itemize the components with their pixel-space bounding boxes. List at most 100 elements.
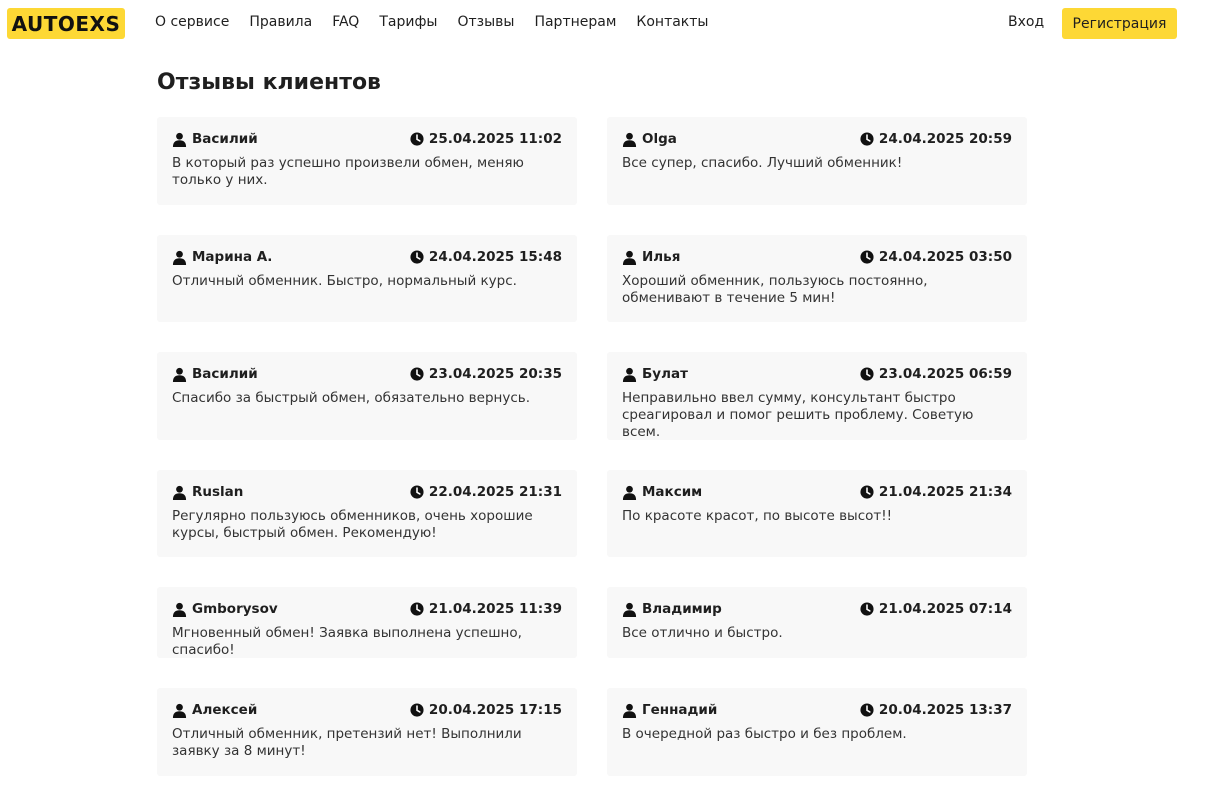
- review-author-name: Gmborysov: [192, 601, 278, 617]
- review-date: 22.04.2025 21:31: [410, 484, 562, 500]
- review-row: Gmborysov 21.04.2025 11:39 Мгновенный обме…: [157, 587, 1027, 658]
- clock-icon: [410, 132, 429, 146]
- review-row: Василий 25.04.2025 11:02 В который раз усп…: [157, 117, 1027, 205]
- review-text: Регулярно пользуюсь обменников, очень хо…: [172, 508, 533, 541]
- review-card: Ruslan 22.04.2025 21:31 Регулярно пользуюс…: [157, 470, 577, 557]
- review-author: Ruslan: [172, 484, 243, 500]
- review-text: Все отлично и быстро.: [622, 625, 783, 641]
- review-author-name: Ruslan: [192, 484, 244, 500]
- review-author-name: Алексей: [192, 702, 258, 718]
- review-card: Владимир 21.04.2025 07:14 Все отлично и бы…: [607, 587, 1027, 658]
- review-text: Спасибо за быстрый обмен, обязательно ве…: [172, 390, 530, 406]
- reviews-grid: Василий 25.04.2025 11:02 В который раз усп…: [157, 117, 1027, 776]
- nav-link-tariffs[interactable]: Тарифы: [379, 14, 437, 30]
- review-header: Василий 25.04.2025 11:02: [172, 129, 562, 149]
- register-button[interactable]: Регистрация: [1062, 8, 1177, 39]
- review-header: Olga 24.04.2025 20:59: [622, 129, 1012, 149]
- review-header: Булат 23.04.2025 06:59: [622, 364, 1012, 384]
- clock-icon: [410, 367, 429, 381]
- review-author-name: Илья: [642, 249, 681, 265]
- clock-icon: [410, 250, 429, 264]
- review-card: Алексей 20.04.2025 17:15 Отличный обменник…: [157, 688, 577, 776]
- logo[interactable]: AUTOEXS: [7, 8, 125, 39]
- clock-icon: [410, 602, 429, 616]
- review-date-text: 20.04.2025 17:15: [428, 702, 562, 718]
- review-header: Gmborysov 21.04.2025 11:39: [172, 599, 562, 619]
- main-nav: О сервисе Правила FAQ Тарифы Отзывы Парт…: [155, 14, 708, 30]
- clock-icon: [410, 703, 429, 717]
- review-text: В который раз успешно произвели обмен, м…: [172, 155, 524, 188]
- user-icon: [172, 132, 192, 147]
- user-icon: [172, 602, 192, 617]
- review-author-name: Владимир: [642, 601, 722, 617]
- review-date: 23.04.2025 20:35: [410, 366, 562, 382]
- review-row: Василий 23.04.2025 20:35 Спасибо за быстры…: [157, 352, 1027, 440]
- review-author: Olga: [622, 131, 677, 147]
- review-date: 23.04.2025 06:59: [860, 366, 1012, 382]
- review-author-name: Максим: [642, 484, 703, 500]
- review-date: 21.04.2025 21:34: [860, 484, 1012, 500]
- clock-icon: [410, 485, 429, 499]
- clock-icon: [860, 703, 879, 717]
- nav-link-faq[interactable]: FAQ: [332, 14, 359, 30]
- review-author: Марина А.: [172, 249, 272, 265]
- review-header: Геннадий 20.04.2025 13:37: [622, 700, 1012, 720]
- review-author: Алексей: [172, 702, 257, 718]
- user-icon: [172, 250, 192, 265]
- review-row: Алексей 20.04.2025 17:15 Отличный обменник…: [157, 688, 1027, 776]
- clock-icon: [860, 132, 879, 146]
- login-link[interactable]: Вход: [1008, 14, 1044, 30]
- clock-icon: [860, 367, 879, 381]
- review-card: Василий 25.04.2025 11:02 В который раз усп…: [157, 117, 577, 205]
- review-date-text: 23.04.2025 20:35: [428, 366, 562, 382]
- review-author-name: Василий: [192, 131, 258, 147]
- review-author: Василий: [172, 131, 258, 147]
- review-author-name: Olga: [642, 131, 677, 147]
- review-header: Илья 24.04.2025 03:50: [622, 247, 1012, 267]
- review-author-name: Марина А.: [192, 249, 273, 265]
- nav-link-reviews[interactable]: Отзывы: [457, 14, 514, 30]
- review-author-name: Василий: [192, 366, 258, 382]
- nav-link-about[interactable]: О сервисе: [155, 14, 229, 30]
- review-date: 24.04.2025 03:50: [860, 249, 1012, 265]
- review-text: Все супер, спасибо. Лучший обменник!: [622, 155, 903, 171]
- review-author: Василий: [172, 366, 258, 382]
- review-row: Ruslan 22.04.2025 21:31 Регулярно пользуюс…: [157, 470, 1027, 557]
- review-date-text: 22.04.2025 21:31: [428, 484, 562, 500]
- review-date: 24.04.2025 15:48: [410, 249, 562, 265]
- user-icon: [622, 132, 642, 147]
- review-date: 20.04.2025 13:37: [860, 702, 1012, 718]
- review-date-text: 25.04.2025 11:02: [428, 131, 562, 147]
- review-author: Булат: [622, 366, 688, 382]
- user-icon: [172, 703, 192, 718]
- review-card: Геннадий 20.04.2025 13:37 В очередной раз …: [607, 688, 1027, 776]
- review-date-text: 24.04.2025 03:50: [878, 249, 1012, 265]
- review-text: По красоте красот, по высоте высот!!: [622, 508, 893, 524]
- nav-link-partners[interactable]: Партнерам: [534, 14, 616, 30]
- review-card: Василий 23.04.2025 20:35 Спасибо за быстры…: [157, 352, 577, 440]
- user-icon: [622, 367, 642, 382]
- nav-link-rules[interactable]: Правила: [249, 14, 312, 30]
- clock-icon: [860, 485, 879, 499]
- review-date-text: 21.04.2025 07:14: [878, 601, 1012, 617]
- user-icon: [622, 703, 642, 718]
- review-header: Марина А. 24.04.2025 15:48: [172, 247, 562, 267]
- review-header: Максим 21.04.2025 21:34: [622, 482, 1012, 502]
- review-header: Алексей 20.04.2025 17:15: [172, 700, 562, 720]
- review-author: Геннадий: [622, 702, 717, 718]
- review-text: Отличный обменник, претензий нет! Выполн…: [172, 726, 522, 759]
- review-card: Максим 21.04.2025 21:34 По красоте красот,…: [607, 470, 1027, 557]
- nav-link-contacts[interactable]: Контакты: [636, 14, 708, 30]
- review-text: Неправильно ввел сумму, консультант быст…: [622, 390, 974, 440]
- clock-icon: [860, 602, 879, 616]
- user-icon: [622, 602, 642, 617]
- clock-icon: [860, 250, 879, 264]
- review-card: Марина А. 24.04.2025 15:48 Отличный обменн…: [157, 235, 577, 322]
- review-date-text: 21.04.2025 21:34: [878, 484, 1012, 500]
- review-header: Василий 23.04.2025 20:35: [172, 364, 562, 384]
- review-date-text: 23.04.2025 06:59: [878, 366, 1012, 382]
- review-date: 21.04.2025 07:14: [860, 601, 1012, 617]
- review-author-name: Булат: [642, 366, 688, 382]
- review-author-name: Геннадий: [642, 702, 718, 718]
- review-card: Gmborysov 21.04.2025 11:39 Мгновенный обме…: [157, 587, 577, 658]
